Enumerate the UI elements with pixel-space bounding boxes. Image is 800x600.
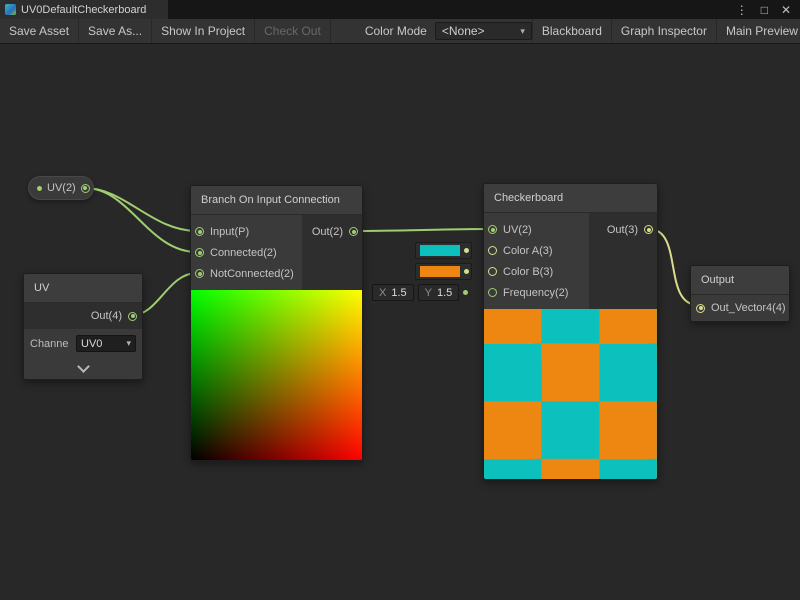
graph-canvas[interactable]: UV(2) Branch On Input Connection Input(P… [0,44,800,600]
blackboard-toggle-button[interactable]: Blackboard [532,19,611,43]
value-indicator-dot [37,186,42,191]
color-b-swatch[interactable] [415,263,472,280]
window-controls: ⋮ □ ✕ [736,0,800,19]
check-out-button: Check Out [255,19,331,43]
port-label-out4: Out(4) [91,310,122,322]
show-in-project-button[interactable]: Show In Project [152,19,255,43]
port-out-vector4[interactable] [696,304,705,313]
channel-control-row: Channe UV0 ▾ [24,329,142,358]
color-a-swatch[interactable] [415,242,472,259]
checkerboard-node[interactable]: Checkerboard UV(2) Color A(3) Color B(3) [483,183,658,480]
port-uv-out4[interactable] [128,312,137,321]
color-mode-group: Color Mode <None> ▾ [357,19,532,43]
window-close-icon[interactable]: ✕ [781,4,791,16]
output-node[interactable]: Output Out_Vector4(4) [690,265,790,322]
port-checker-uv[interactable] [488,225,497,234]
port-label-notconnected: NotConnected(2) [210,268,294,280]
tab-uv0defaultcheckerboard[interactable]: UV0DefaultCheckerboard [0,0,168,19]
widget-port-stub [463,290,468,295]
checkerboard-preview [484,309,657,479]
save-asset-button[interactable]: Save Asset [0,19,79,43]
color-mode-label: Color Mode [357,24,435,38]
port-input-p[interactable] [195,227,204,236]
color-mode-value: <None> [442,24,485,38]
output-port-column: Out(2) [302,215,362,290]
widget-port-stub [464,248,469,253]
uv-redirect-node[interactable]: UV(2) [28,176,94,200]
tab-strip: UV0DefaultCheckerboard ⋮ □ ✕ [0,0,800,19]
uv-node[interactable]: UV Out(4) Channe UV0 ▾ [23,273,143,380]
expand-node-button[interactable] [24,358,142,379]
axis-x-label: X [379,287,386,299]
port-color-a[interactable] [488,246,497,255]
port-uv-redirect-out[interactable] [81,184,90,193]
channel-dropdown[interactable]: UV0 ▾ [76,335,136,352]
shader-graph-asset-icon [5,4,16,15]
window-maximize-icon[interactable]: □ [761,4,768,16]
uv-gradient-preview [191,290,362,460]
uv-redirect-label: UV(2) [47,182,76,194]
color-b-value[interactable] [420,266,460,277]
branch-on-input-connection-node[interactable]: Branch On Input Connection Input(P) Conn… [190,185,363,461]
output-port-row: Out(4) [24,303,142,329]
port-label-out2: Out(2) [312,226,343,238]
toolbar-right-group: Blackboard Graph Inspector Main Preview [532,19,800,43]
axis-y-label: Y [425,287,432,299]
port-label-out-vector4: Out_Vector4(4) [711,302,786,314]
edge-out2-to-checkerboard-uv[interactable] [353,229,490,231]
port-frequency[interactable] [488,288,497,297]
graph-inspector-toggle-button[interactable]: Graph Inspector [611,19,716,43]
color-mode-dropdown[interactable]: <None> ▾ [435,22,532,40]
chevron-down-icon: ▾ [520,26,525,37]
node-title: UV [24,274,142,303]
chevron-down-icon: ▾ [126,338,131,349]
frequency-y-field[interactable]: Y 1.5 [418,284,460,301]
window-menu-icon[interactable]: ⋮ [736,4,748,16]
frequency-fields: X 1.5 Y 1.5 [372,284,468,301]
output-port-column: Out(3) [589,213,657,309]
input-port-column: Input(P) Connected(2) NotConnected(2) [191,215,302,290]
color-a-value[interactable] [420,245,460,256]
port-label-frequency: Frequency(2) [503,287,568,299]
main-preview-toggle-button[interactable]: Main Preview [716,19,800,43]
frequency-x-value: 1.5 [391,287,406,299]
channel-value: UV0 [81,338,102,350]
port-label-color-b: Color B(3) [503,266,553,278]
widget-port-stub [464,269,469,274]
frequency-x-field[interactable]: X 1.5 [372,284,414,301]
edge-uvredirect-to-input[interactable] [85,188,197,231]
node-title: Branch On Input Connection [191,186,362,215]
port-out3[interactable] [644,225,653,234]
port-label-connected: Connected(2) [210,247,277,259]
frequency-y-value: 1.5 [437,287,452,299]
port-label-uv2: UV(2) [503,224,532,236]
input-port-column: UV(2) Color A(3) Color B(3) Frequency(2) [484,213,589,309]
port-out2[interactable] [349,227,358,236]
port-label-color-a: Color A(3) [503,245,553,257]
chevron-down-icon [77,360,90,373]
node-title: Output [691,266,789,295]
edge-uvredirect-to-connected[interactable] [85,188,197,252]
save-as-button[interactable]: Save As... [79,19,152,43]
tab-title: UV0DefaultCheckerboard [21,4,146,16]
port-label-out3: Out(3) [607,224,638,236]
shader-graph-toolbar: Save Asset Save As... Show In Project Ch… [0,19,800,44]
port-color-b[interactable] [488,267,497,276]
channel-label: Channe [30,338,72,350]
port-connected[interactable] [195,248,204,257]
port-notconnected[interactable] [195,269,204,278]
node-title: Checkerboard [484,184,657,213]
port-label-input-p: Input(P) [210,226,249,238]
